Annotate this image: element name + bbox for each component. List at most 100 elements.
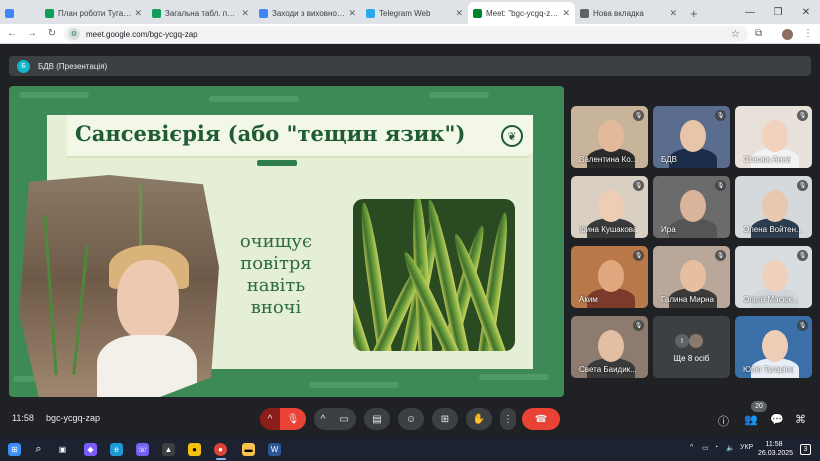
viber-icon[interactable]: ☏ (136, 443, 149, 456)
muted-mic-icon: 🎙 (715, 110, 726, 121)
participant-face (762, 120, 788, 152)
tray-chevron-icon[interactable]: ^ (690, 444, 693, 451)
new-tab-button[interactable]: + (682, 2, 706, 24)
search-icon[interactable]: ⌕ (32, 443, 45, 456)
taskbar-clock[interactable]: 11:58 26.03.2025 (758, 440, 793, 458)
chat-icon[interactable]: 💬 (770, 413, 784, 426)
more-options-button[interactable]: ⋮ (500, 408, 516, 430)
mic-toggle-button[interactable]: 🎙 (280, 408, 306, 430)
participant-tile[interactable]: 🎙 Юлія Тугаріна (735, 316, 812, 378)
participant-name: Ира (661, 225, 676, 234)
participant-face (762, 260, 788, 292)
participant-tile[interactable]: 🎙 Аким (571, 246, 648, 308)
participant-face (598, 260, 624, 292)
more-participants-label: Ще 8 осіб (673, 354, 710, 363)
participant-name: Галина Мирна (661, 295, 715, 304)
participant-name: Стасюк Анна (743, 155, 792, 164)
mic-options-button[interactable]: ^ (260, 408, 280, 430)
participant-tile[interactable]: 🎙 Света Баидик... (571, 316, 648, 378)
minimize-icon[interactable]: — (736, 7, 764, 18)
windows-start-icon[interactable]: ⊞ (8, 443, 21, 456)
edge-icon[interactable]: e (110, 443, 123, 456)
keyboard-language[interactable]: УКР (740, 444, 753, 451)
captions-icon: ▤ (372, 413, 382, 425)
meeting-code: bgc-ycgq-zap (46, 413, 101, 423)
people-icon[interactable]: 👥 (744, 413, 758, 426)
participant-tile[interactable]: 🎙 Ірина Кушакова (571, 176, 648, 238)
participant-avatar (689, 334, 703, 348)
forward-icon[interactable]: → (22, 28, 42, 39)
bookmark-star-icon[interactable]: ☆ (731, 29, 740, 40)
participant-avatar: І (675, 334, 689, 348)
reload-icon[interactable]: ↻ (42, 28, 62, 39)
browser-tab[interactable]: План роботи Тугаріна К✕ (40, 2, 147, 24)
participant-name: Олена Войтен... (743, 225, 803, 234)
muted-mic-icon: 🎙 (797, 250, 808, 261)
participant-tile[interactable]: 🎙 Галина Мирна (653, 246, 730, 308)
camera-toggle-button[interactable]: ▭ (332, 408, 356, 430)
participant-name: Валентина Ко... (579, 155, 638, 164)
tab-label: Загальна табл. по БДВ (165, 8, 238, 18)
meeting-info-icon[interactable]: ⓘ (718, 413, 729, 429)
browser-tab[interactable] (0, 2, 40, 24)
participant-tile[interactable]: 🎙 Валентина Ко... (571, 106, 648, 168)
captions-button[interactable]: ▤ (364, 408, 390, 430)
present-button[interactable]: ⊞ (432, 408, 458, 430)
close-window-icon[interactable]: ✕ (792, 7, 820, 18)
participant-tile[interactable]: 🎙 Олена Войтен... (735, 176, 812, 238)
site-info-icon[interactable]: ⚙ (68, 28, 80, 40)
url-field[interactable]: ⚙ meet.google.com/bgc-ycgq-zap ☆ (64, 26, 748, 42)
browser-tab[interactable]: Meet: "bgc-ycgq-zap" ✕ (468, 2, 575, 24)
meeting-time: 11:58 (12, 413, 34, 423)
tab-close-icon[interactable]: ✕ (134, 8, 142, 19)
activities-icon[interactable]: ⌘ (795, 413, 806, 426)
browser-tab[interactable]: Загальна табл. по БДВ✕ (147, 2, 254, 24)
word-icon[interactable]: W (268, 443, 281, 456)
tab-label: Заходи з виховної робо (272, 8, 346, 18)
slide-title-box: Сансевієрія (або "тещин язик") ❦ (67, 115, 533, 158)
reactions-button[interactable]: ☺ (398, 408, 424, 430)
participant-name: Ірина Кушакова (579, 225, 638, 234)
title-accent (257, 160, 297, 166)
browser-tab[interactable]: Telegram Web ✕ (361, 2, 468, 24)
task-view-icon[interactable]: ▣ (56, 443, 69, 456)
participant-tile[interactable]: 🎙 Ольга Масюк... (735, 246, 812, 308)
extensions-icon[interactable]: ⧉ (755, 28, 762, 39)
copilot-icon[interactable]: ◆ (84, 443, 97, 456)
tab-close-icon[interactable]: ✕ (562, 8, 570, 19)
participant-face (598, 190, 624, 222)
participant-face (598, 120, 624, 152)
presentation-stage: Сансевієрія (або "тещин язик") ❦ очищує … (9, 86, 564, 397)
volume-icon[interactable]: 🔈 (726, 444, 735, 452)
profile-avatar[interactable] (782, 29, 793, 40)
kebab-icon: ⋮ (503, 413, 513, 425)
participant-tile[interactable]: 🎙 Стасюк Анна (735, 106, 812, 168)
more-participants-tile[interactable]: І Ще 8 осіб (653, 316, 730, 378)
participant-name: Юлія Тугаріна (743, 365, 795, 374)
browser-tab[interactable]: Заходи з виховної робо✕ (254, 2, 361, 24)
tab-close-icon[interactable]: ✕ (241, 8, 249, 19)
camera-options-button[interactable]: ^ (314, 408, 332, 430)
back-icon[interactable]: ← (2, 28, 22, 39)
maximize-icon[interactable]: ❐ (764, 7, 792, 18)
taskbar-time: 11:58 (765, 441, 783, 448)
notification-count[interactable]: 3 (800, 444, 811, 455)
windows-taskbar: ⊞ ⌕ ▣ ◆ e ☏ ▲ ● ● ▬ W ^ ▭ ◔ 🔈 УКР 11:58 … (0, 438, 820, 461)
yellow-app-icon[interactable]: ● (188, 443, 201, 456)
network-icon[interactable]: ◔ (714, 444, 718, 451)
browser-menu-icon[interactable]: ⋮ (803, 28, 813, 39)
hand-icon: ✋ (472, 413, 486, 425)
participant-tile[interactable]: 🎙 БДВ (653, 106, 730, 168)
tab-close-icon[interactable]: ✕ (455, 8, 463, 19)
window-controls: — ❐ ✕ (736, 0, 820, 24)
app-icon[interactable]: ▲ (162, 443, 175, 456)
participant-tile[interactable]: 🎙 Ира (653, 176, 730, 238)
chrome-icon[interactable]: ● (214, 443, 227, 456)
tab-close-icon[interactable]: ✕ (669, 8, 677, 19)
tab-close-icon[interactable]: ✕ (348, 8, 356, 19)
browser-tab[interactable]: Нова вкладка ✕ (575, 2, 682, 24)
leave-call-button[interactable]: ☎ (522, 408, 560, 430)
sansevieria-photo (353, 199, 515, 351)
file-explorer-icon[interactable]: ▬ (242, 443, 255, 456)
raise-hand-button[interactable]: ✋ (466, 408, 492, 430)
